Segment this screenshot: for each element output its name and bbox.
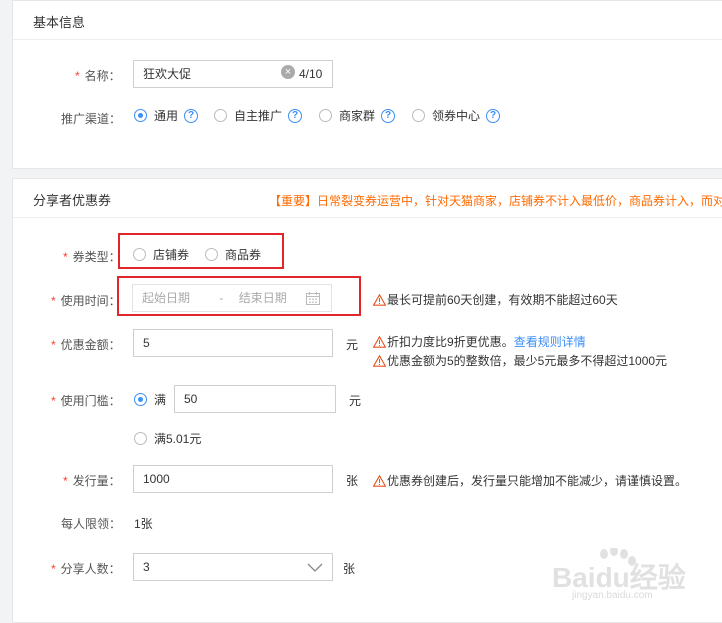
important-notice: 【重要】日常裂变券运营中，针对天猫商家，店铺券不计入最低价，商品券计入，而对 [269,194,722,208]
channel-label: 推广渠道： [61,112,122,126]
required-mark: * [51,294,56,308]
name-label: * 名称： [75,69,121,83]
radio-icon [214,109,227,122]
rule-details-link[interactable]: 查看规则详情 [514,333,586,350]
required-mark: * [63,474,68,488]
use-time-hint: 最长可提前60天创建，有效期不能超过60天 [373,291,618,308]
required-mark: * [51,338,56,352]
quantity-unit: 张 [346,474,359,488]
limit-label: 每人限领： [61,517,122,531]
help-icon[interactable]: ? [288,108,303,123]
coupon-type-store[interactable]: 店铺券 [133,246,189,263]
watermark-url: jingyan.baidu.com [572,590,653,601]
end-date: 结束日期 [238,291,287,305]
threshold-label: * 使用门槛： [51,394,121,408]
use-time-label: * 使用时间： [51,294,121,308]
threshold-input[interactable]: 50 [174,385,336,413]
chevron-down-icon [307,563,323,572]
share-count-unit: 张 [343,562,356,576]
basic-info-title: 基本信息 [33,15,86,30]
basic-info-card: 基本信息 [12,0,722,169]
baidu-watermark: Baidu经验 jingyan.baidu.com [552,546,712,608]
radio-icon [205,248,218,261]
radio-icon [134,432,147,445]
channel-option-self[interactable]: 自主推广 ? [214,107,303,124]
start-date: 起始日期 [142,291,191,305]
channel-option-center[interactable]: 领券中心 ? [412,107,501,124]
coupon-type-label: * 券类型： [63,250,121,264]
coupon-header: 分享者优惠券 【重要】日常裂变券运营中，针对天猫商家，店铺券不计入最低价，商品券… [13,179,722,218]
radio-icon [319,109,332,122]
quantity-hint: 优惠券创建后，发行量只能增加不能减少，请谨慎设置。 [373,472,687,489]
share-count-label: * 分享人数： [51,562,121,576]
required-mark: * [63,250,68,264]
radio-selected-icon [134,393,147,406]
amount-hint-1: 折扣力度比9折更优惠。 查看规则详情 [373,333,586,350]
share-count-select[interactable]: 3 [133,553,333,581]
limit-value: 1张 [134,517,153,531]
amount-hint-2: 优惠金额为5的整数倍，最少5元最多不得超过1000元 [373,352,667,369]
help-icon[interactable]: ? [184,108,199,123]
amount-unit: 元 [346,338,359,352]
radio-icon [412,109,425,122]
date-range-input[interactable]: 起始日期 - 结束日期 [132,284,332,312]
required-mark: * [75,69,80,83]
quantity-input[interactable]: 1000 [133,465,333,493]
radio-icon [133,248,146,261]
radio-selected-icon [134,109,147,122]
coupon-type-product[interactable]: 商品券 [205,246,261,263]
help-icon[interactable]: ? [381,108,396,123]
warning-icon [373,354,386,367]
help-icon[interactable]: ? [486,108,501,123]
name-counter: 4/10 [299,67,323,81]
channel-option-group[interactable]: 商家群 ? [319,107,396,124]
clear-icon[interactable]: × [281,65,295,79]
calendar-icon [306,292,320,305]
threshold-unit: 元 [349,394,362,408]
required-mark: * [51,394,56,408]
coupon-title: 分享者优惠券 [33,193,112,208]
threshold-option-min[interactable]: 满 [134,391,166,408]
required-mark: * [51,562,56,576]
warning-icon [373,293,386,306]
warning-icon [373,335,386,348]
amount-label: * 优惠金额： [51,338,121,352]
threshold-option-5-01[interactable]: 满5.01元 [134,430,201,447]
channel-option-general[interactable]: 通用 ? [134,107,199,124]
warning-icon [373,474,386,487]
quantity-label: * 发行量： [63,474,121,488]
amount-input[interactable]: 5 [133,329,333,357]
basic-info-header: 基本信息 [13,1,722,40]
